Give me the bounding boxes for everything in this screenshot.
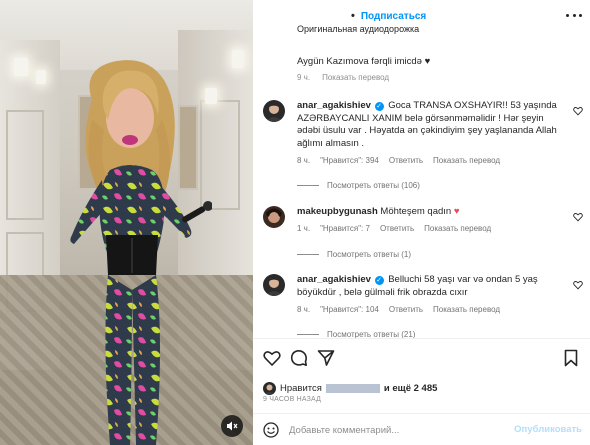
like-comment-heart-icon[interactable] [573,280,583,290]
comment-likes-count[interactable]: "Нравится": 7 [320,224,370,233]
comment-text: Möhteşem qadın [380,206,452,217]
comment-item: anar_agakishiev ✓ Belluchi 58 yaşı var v… [263,274,583,338]
comment-time: 1 ч. [297,224,311,233]
post-time-ago: 9 ЧАСОВ НАЗАД [263,396,322,403]
like-comment-heart-icon[interactable] [573,212,583,222]
comment-username[interactable]: anar_agakishiev [297,274,371,285]
view-replies-button[interactable]: Посмотреть ответы (21) [297,330,415,338]
comment-meta: 8 ч. "Нравится": 394 Ответить Показать п… [297,156,500,165]
post-header: • Подписаться Оригинальная аудиодорожка [253,0,590,42]
view-replies-button[interactable]: Посмотреть ответы (106) [297,181,420,190]
add-comment-bar: Опубликовать [253,413,590,445]
more-options-icon[interactable] [566,14,582,20]
comment-username[interactable]: anar_agakishiev [297,100,371,111]
caption-text: Aygün Kazımova fərqli imicdə [297,56,422,67]
verified-badge-icon: ✓ [374,276,384,285]
likes-summary[interactable]: Нравится и ещё 2 485 [263,380,583,396]
post-side-panel: • Подписаться Оригинальная аудиодорожка … [253,0,590,445]
share-paper-plane-icon[interactable] [317,349,335,367]
black-heart-emoji: ♥ [424,56,431,67]
comment-likes-count[interactable]: "Нравится": 394 [320,156,379,165]
liker-avatar [263,381,276,395]
reply-button[interactable]: Ответить [389,156,423,165]
speaker-muted-icon [227,421,238,431]
view-replies-label: Посмотреть ответы (1) [327,250,412,259]
comment-body: makeupbygunash Möhteşem qadın ♥ [297,206,565,219]
follow-button[interactable]: Подписаться [361,11,426,22]
comments-list[interactable]: Aygün Kazımova fərqli imicdə ♥ 9 ч. Пока… [253,42,590,338]
verified-badge-icon: ✓ [374,102,384,111]
comment-body: anar_agakishiev ✓ Goca TRANSA OXSHAYIR!!… [297,100,565,150]
separator-dot: • [351,10,355,22]
comment-item: makeupbygunash Möhteşem qadın ♥ 1 ч. "Нр… [263,206,583,268]
replies-divider [297,334,319,335]
comment-time: 8 ч. [297,156,311,165]
view-replies-label: Посмотреть ответы (106) [327,181,420,190]
follow-row: • Подписаться [351,10,426,22]
comment-body: anar_agakishiev ✓ Belluchi 58 yaşı var v… [297,274,565,299]
comment-likes-count[interactable]: "Нравится": 104 [320,305,379,314]
reel-video[interactable] [0,0,253,445]
wall-sconce [232,50,244,68]
red-heart-emoji: ♥ [453,206,460,217]
translate-link[interactable]: Показать перевод [424,224,491,233]
mute-button[interactable] [221,415,243,437]
comment-meta: 8 ч. "Нравится": 104 Ответить Показать п… [297,305,500,314]
person-figure [70,60,212,445]
avatar[interactable] [263,274,285,296]
comment-bubble-icon[interactable] [290,349,308,367]
avatar[interactable] [263,100,285,122]
caption-translate-link[interactable]: Показать перевод [322,73,389,82]
caption-time: 9 ч. [297,73,311,82]
replies-divider [297,254,319,255]
like-heart-icon[interactable] [263,349,281,367]
avatar[interactable] [263,206,285,228]
wall-sconce [36,70,46,84]
reply-button[interactable]: Ответить [380,224,414,233]
view-replies-button[interactable]: Посмотреть ответы (1) [297,250,411,259]
comment-time: 8 ч. [297,305,311,314]
comment-meta: 1 ч. "Нравится": 7 Ответить Показать пер… [297,224,491,233]
comment-input[interactable] [289,422,509,438]
likes-prefix: Нравится [280,382,322,394]
replies-divider [297,185,319,186]
translate-link[interactable]: Показать перевод [433,156,500,165]
publish-button[interactable]: Опубликовать [514,424,582,435]
audio-track-link[interactable]: Оригинальная аудиодорожка [297,24,419,34]
comment-username[interactable]: makeupbygunash [297,206,378,217]
wall-sconce [14,58,28,76]
redacted-username [325,383,380,393]
comment-item: anar_agakishiev ✓ Goca TRANSA OXSHAYIR!!… [263,100,583,200]
translate-link[interactable]: Показать перевод [433,305,500,314]
save-bookmark-icon[interactable] [562,349,580,367]
like-comment-heart-icon[interactable] [573,106,583,116]
reply-button[interactable]: Ответить [389,305,423,314]
view-replies-label: Посмотреть ответы (21) [327,330,416,338]
wall-panel [6,110,44,220]
post-caption: Aygün Kazımova fərqli imicdə ♥ [297,56,557,67]
post-action-bar [253,338,590,378]
caption-meta: 9 ч. Показать перевод [297,73,389,82]
emoji-smiley-icon[interactable] [263,422,279,438]
likes-count-text[interactable]: и ещё 2 485 [384,383,437,394]
